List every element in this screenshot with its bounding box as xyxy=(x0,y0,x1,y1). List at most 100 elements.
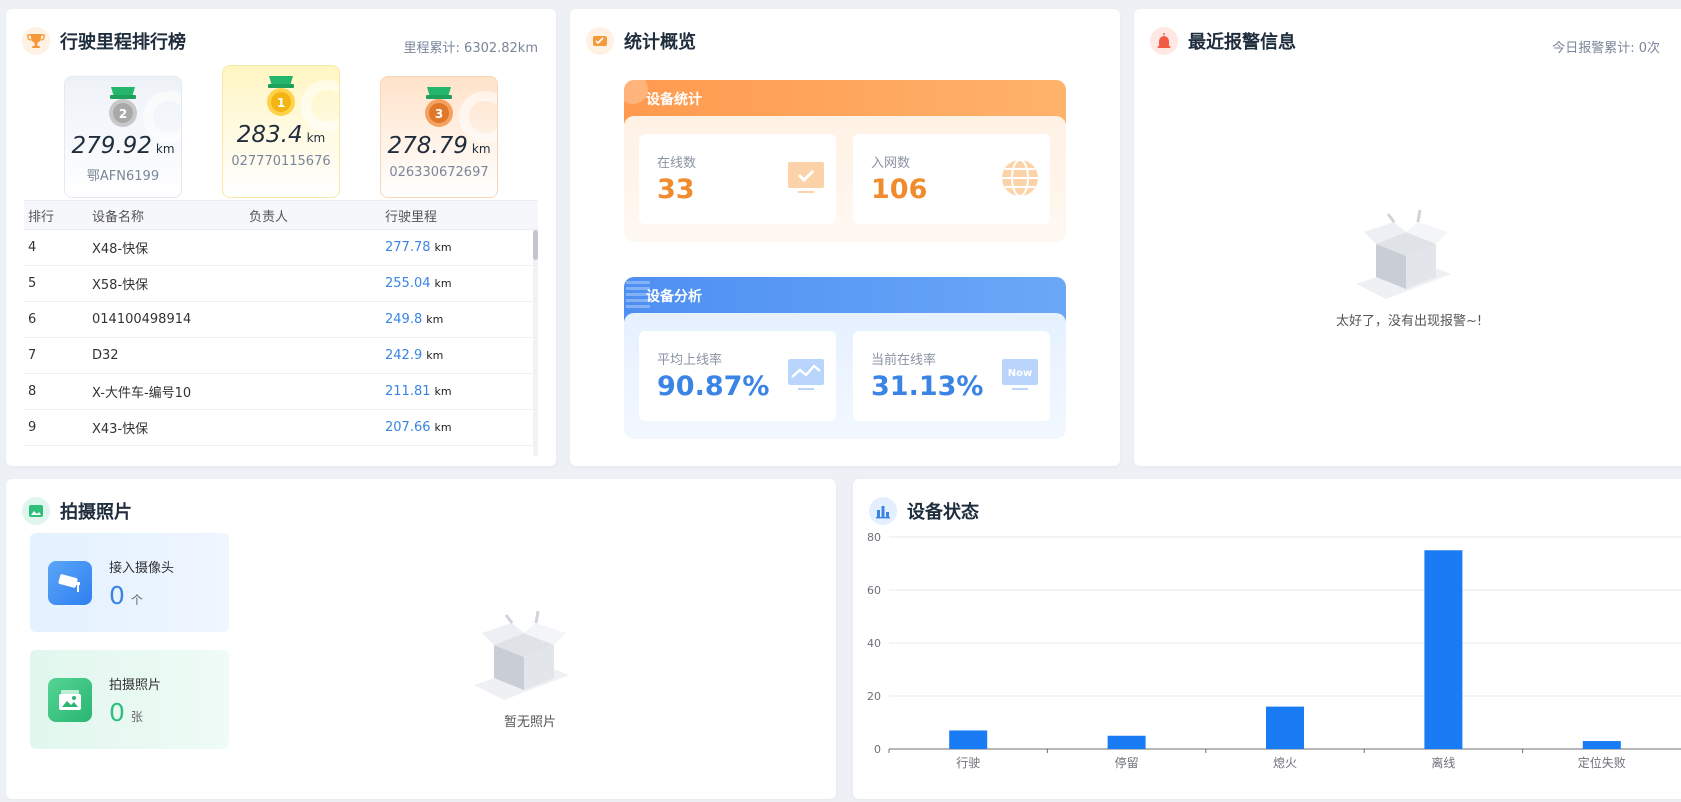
row-mileage-value: 249.8 xyxy=(385,312,423,327)
column-device-name[interactable]: 设备名称 xyxy=(92,206,249,225)
bar-定位失败[interactable] xyxy=(1582,741,1621,749)
alarm-header: 最近报警信息 xyxy=(1150,23,1296,59)
camera-icon xyxy=(48,561,92,605)
device-stats-label: 设备统计 xyxy=(646,92,702,108)
row-mileage: 255.04 km xyxy=(385,276,538,291)
y-tick-label: 0 xyxy=(874,743,881,756)
podium-first[interactable]: 1 283.4 km 027770115676 xyxy=(222,65,340,198)
photo-card[interactable]: 拍摄照片 0张 xyxy=(30,650,229,749)
table-row[interactable]: 9 X43-快保 207.66 km xyxy=(24,410,538,446)
photo-label: 拍摄照片 xyxy=(109,678,162,693)
photo-icon xyxy=(48,678,92,722)
device-status-chart: 0 20 40 60 80 行驶 停留 熄火 离线 定位失败 xyxy=(867,531,1681,770)
table-scrollbar[interactable] xyxy=(533,230,538,456)
row-mileage-unit: km xyxy=(434,421,452,434)
camera-count: 0个 xyxy=(109,581,143,610)
photo-count: 0张 xyxy=(109,698,143,727)
monitor-check-icon xyxy=(786,158,826,198)
bar-熄火[interactable] xyxy=(1266,706,1304,749)
current-online-rate-card[interactable]: 当前在线率 31.13% Now xyxy=(853,331,1050,421)
bar-离线[interactable] xyxy=(1424,550,1463,749)
bar-停留[interactable] xyxy=(1107,735,1146,749)
row-mileage: 249.8 km xyxy=(385,312,538,327)
avg-online-rate-card[interactable]: 平均上线率 90.87% xyxy=(639,331,836,421)
now-badge-text: Now xyxy=(1008,368,1032,379)
overview-icon xyxy=(586,27,614,55)
podium-distance-value: 278.79 xyxy=(387,133,468,159)
bronze-medal-icon: 3 xyxy=(422,87,456,129)
total-mileage: 里程累计: 6302.82km xyxy=(403,41,538,56)
network-count-label: 入网数 xyxy=(871,156,911,171)
online-count-card[interactable]: 在线数 33 xyxy=(639,134,836,224)
podium-second[interactable]: 2 279.92 km 鄂AFN6199 xyxy=(64,76,182,198)
current-online-rate-value: 31.13% xyxy=(871,371,984,402)
row-mileage-value: 277.78 xyxy=(385,240,431,255)
row-mileage-value: 207.66 xyxy=(385,420,431,435)
empty-box-icon xyxy=(1346,204,1456,304)
row-mileage-unit: km xyxy=(434,385,452,398)
column-owner[interactable]: 负责人 xyxy=(249,206,385,225)
table-row[interactable]: 5 X58-快保 255.04 km xyxy=(24,266,538,302)
table-row[interactable]: 7 D32 242.9 km xyxy=(24,338,538,374)
y-tick-label: 20 xyxy=(867,690,881,703)
photos-header: 拍摄照片 xyxy=(22,493,132,529)
table-row[interactable]: 4 X48-快保 277.78 km xyxy=(24,230,538,266)
row-rank: 7 xyxy=(28,348,37,363)
podium-distance-unit: km xyxy=(306,131,326,145)
photos-title: 拍摄照片 xyxy=(60,502,132,523)
podium-plate: 026330672697 xyxy=(389,165,489,180)
row-device-name: 014100498914 xyxy=(92,312,192,327)
current-online-rate-label: 当前在线率 xyxy=(871,353,937,368)
silver-medal-icon: 2 xyxy=(106,87,140,129)
ranking-title: 行驶里程排行榜 xyxy=(60,32,186,53)
row-rank: 9 xyxy=(28,420,37,435)
alarm-panel: 最近报警信息 今日报警累计: 0次 太好了，没有出现报警~! xyxy=(1134,9,1681,466)
camera-count-value: 0 xyxy=(109,581,125,610)
overview-panel: 统计概览 设备统计 在线数 33 入网数 106 设备分析 平均上线率 90.8… xyxy=(570,9,1120,466)
table-header: 排行 设备名称 负责人 行驶里程 xyxy=(24,200,538,230)
alarm-title: 最近报警信息 xyxy=(1188,32,1296,53)
photos-panel: 拍摄照片 接入摄像头 0个 拍摄照片 0张 暂无照片 xyxy=(6,479,836,799)
gold-medal-icon: 1 xyxy=(264,76,298,118)
monitor-trend-icon xyxy=(786,355,826,395)
banner-deco xyxy=(624,80,648,104)
row-mileage-unit: km xyxy=(434,241,452,254)
scrollbar-thumb[interactable] xyxy=(533,230,538,260)
camera-card[interactable]: 接入摄像头 0个 xyxy=(30,533,229,632)
device-stats-block: 设备统计 在线数 33 入网数 106 xyxy=(624,80,1066,242)
table-row[interactable]: 6 014100498914 249.8 km xyxy=(24,302,538,338)
y-tick-label: 40 xyxy=(867,637,881,650)
globe-icon xyxy=(1000,158,1040,198)
row-device-name: X43-快保 xyxy=(92,422,149,437)
podium-distance-unit: km xyxy=(155,142,175,156)
row-mileage-unit: km xyxy=(426,313,444,326)
row-mileage-value: 242.9 xyxy=(385,348,423,363)
bar-行驶[interactable] xyxy=(949,730,988,749)
network-count-value: 106 xyxy=(871,174,928,205)
row-mileage-value: 211.81 xyxy=(385,384,431,399)
network-count-card[interactable]: 入网数 106 xyxy=(853,134,1050,224)
photos-empty-text: 暂无照片 xyxy=(504,715,557,730)
x-tick-label: 离线 xyxy=(1431,755,1455,770)
today-alarm-count: 今日报警累计: 0次 xyxy=(1552,41,1660,56)
row-device-name: D32 xyxy=(92,348,119,363)
avg-online-rate-label: 平均上线率 xyxy=(657,353,723,368)
row-mileage-unit: km xyxy=(426,349,444,362)
podium-third[interactable]: 3 278.79 km 026330672697 xyxy=(380,76,498,198)
row-mileage-unit: km xyxy=(434,277,452,290)
podium-distance-unit: km xyxy=(471,142,491,156)
alarm-siren-icon xyxy=(1150,27,1178,55)
row-mileage: 242.9 km xyxy=(385,348,538,363)
alarm-empty-text: 太好了，没有出现报警~! xyxy=(1336,314,1483,329)
device-stats-body: 在线数 33 入网数 106 xyxy=(624,116,1066,242)
row-mileage: 277.78 km xyxy=(385,240,538,255)
column-rank[interactable]: 排行 xyxy=(24,206,92,225)
ranking-header: 行驶里程排行榜 xyxy=(22,23,186,59)
column-mileage[interactable]: 行驶里程 xyxy=(385,206,538,225)
row-device-name: X-大件车-编号10 xyxy=(92,386,192,401)
overview-header: 统计概览 xyxy=(586,23,696,59)
table-row[interactable]: 8 X-大件车-编号10 211.81 km xyxy=(24,374,538,410)
podium-distance-value: 283.4 xyxy=(236,122,303,148)
y-tick-label: 60 xyxy=(867,584,881,597)
podium-rank-1: 1 xyxy=(277,96,285,110)
